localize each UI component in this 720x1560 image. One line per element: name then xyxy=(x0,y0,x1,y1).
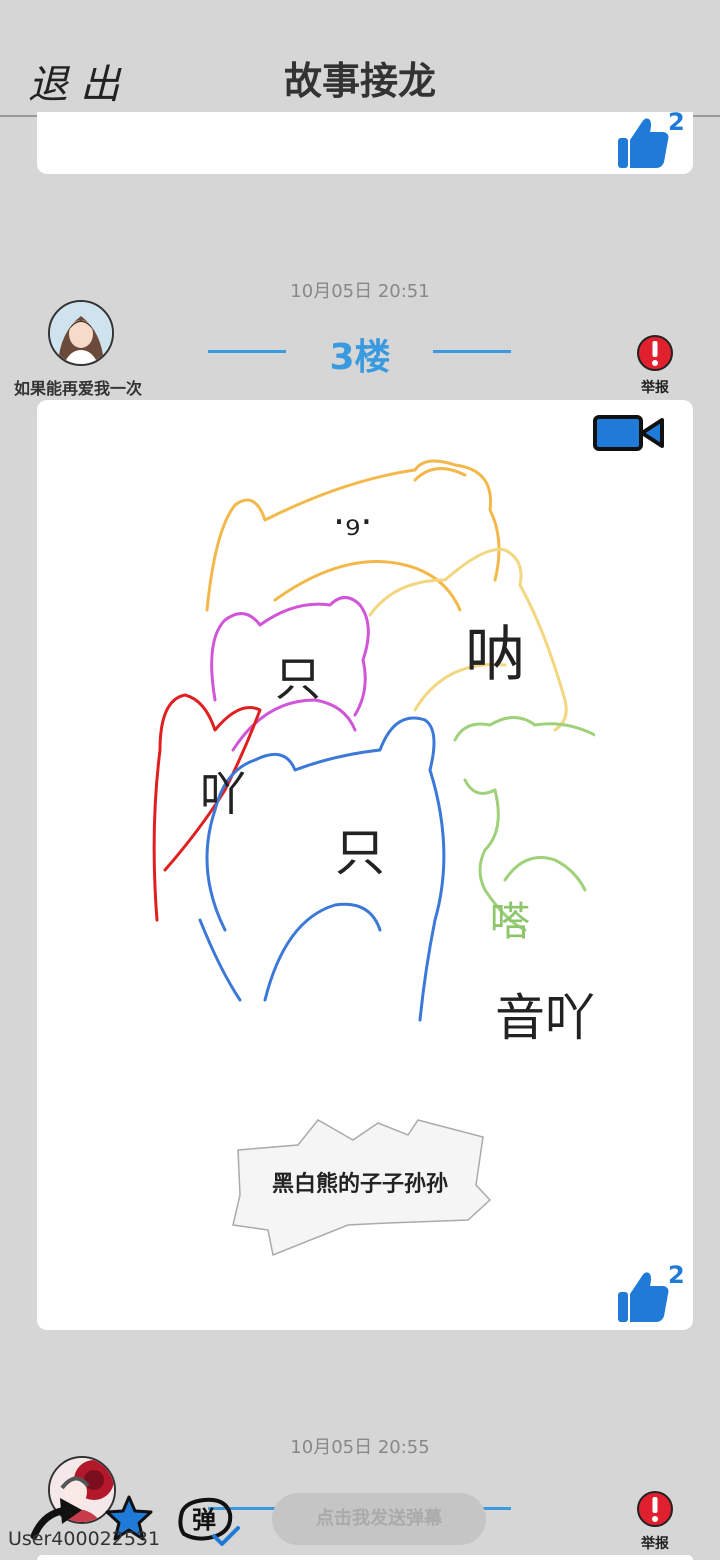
caption-text: 黑白熊的子子孙孙 xyxy=(271,1172,448,1197)
post-timestamp: 10月05日 20:51 xyxy=(290,281,430,302)
danmaku-toggle-icon[interactable]: 弹 xyxy=(176,1496,242,1548)
drawing-text: 只 xyxy=(335,824,385,882)
like-icon[interactable] xyxy=(616,112,672,172)
avatar[interactable] xyxy=(48,300,114,366)
drawing-text: 嗒 xyxy=(490,899,530,945)
like-icon[interactable] xyxy=(616,1266,672,1326)
report-icon[interactable] xyxy=(636,333,674,373)
report-icon[interactable] xyxy=(636,1489,674,1529)
video-camera-icon[interactable] xyxy=(592,412,666,454)
report-label[interactable]: 举报 xyxy=(641,377,669,397)
drawing-text: 吖 xyxy=(200,767,246,821)
post-username[interactable]: 如果能再爱我一次 xyxy=(14,375,142,399)
danmaku-glyph: 弹 xyxy=(192,1506,216,1534)
post-card xyxy=(37,1555,693,1560)
drawing-text: 只 xyxy=(275,652,321,706)
report-label[interactable]: 举报 xyxy=(641,1533,669,1553)
post-timestamp: 10月05日 20:55 xyxy=(290,1437,430,1458)
like-count: 2 xyxy=(668,1261,685,1289)
floor-divider-right xyxy=(433,350,511,353)
page-title: 故事接龙 xyxy=(283,59,436,103)
floor-label: 3楼 xyxy=(329,337,391,378)
drawing-text: 音吖 xyxy=(495,989,595,1047)
drawing-text: 呐 xyxy=(465,620,525,690)
post-card-previous xyxy=(37,112,693,174)
like-count: 2 xyxy=(668,108,685,136)
post-drawing: ·₉· 呐 只 吖 只 嗒 音吖 xyxy=(145,450,597,1060)
send-danmaku-button[interactable]: 点击我发送弹幕 xyxy=(272,1493,486,1545)
drawing-text: ·₉· xyxy=(333,500,372,544)
bottom-username[interactable]: User400022531 xyxy=(8,1528,160,1550)
